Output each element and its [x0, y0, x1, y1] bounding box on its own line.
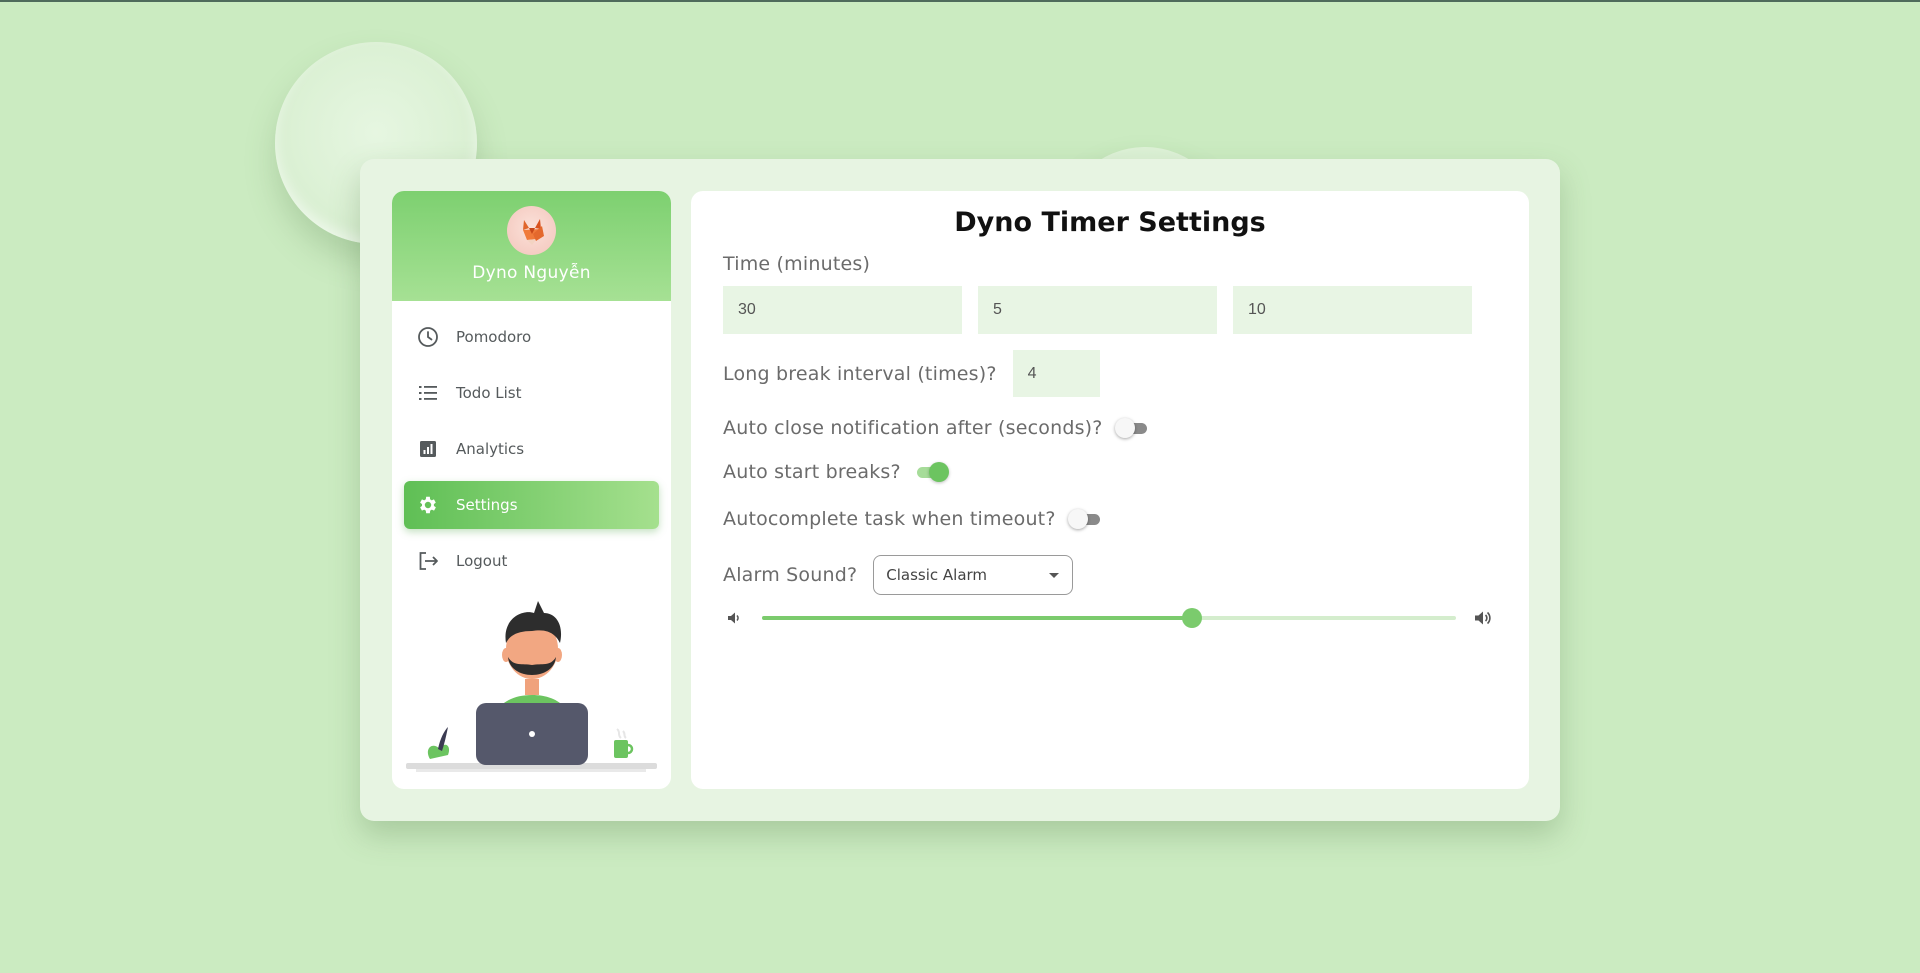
- list-icon: [416, 381, 440, 405]
- logout-icon: [416, 549, 440, 573]
- sidebar-item-analytics[interactable]: Analytics: [404, 425, 659, 473]
- long-break-interval-input[interactable]: 4: [1012, 350, 1100, 397]
- long-break-minutes-input[interactable]: 10: [1233, 286, 1472, 334]
- sidebar-item-settings[interactable]: Settings: [404, 481, 659, 529]
- auto-start-row: Auto start breaks?: [723, 461, 1497, 483]
- volume-row: [723, 607, 1497, 629]
- sidebar-nav: Pomodoro Todo List Analytics Settings Lo…: [392, 301, 671, 585]
- volume-down-icon[interactable]: [723, 607, 745, 629]
- gear-icon: [416, 493, 440, 517]
- volume-slider[interactable]: [762, 607, 1456, 629]
- time-inputs: 30 5 10: [723, 286, 1497, 334]
- profile-name: Dyno Nguyễn: [472, 263, 591, 283]
- sidebar-item-label: Settings: [456, 496, 518, 514]
- auto-close-toggle[interactable]: [1114, 418, 1151, 438]
- sidebar-item-label: Analytics: [456, 440, 525, 458]
- interval-label: Long break interval (times)?: [723, 362, 997, 385]
- sidebar-item-todo-list[interactable]: Todo List: [404, 369, 659, 417]
- auto-start-toggle[interactable]: [913, 462, 949, 482]
- page-title: Dyno Timer Settings: [954, 207, 1266, 238]
- autocomplete-toggle[interactable]: [1067, 509, 1104, 529]
- sidebar: Dyno Nguyễn Pomodoro Todo List Analytics: [392, 191, 671, 789]
- sidebar-item-pomodoro[interactable]: Pomodoro: [404, 313, 659, 361]
- fox-avatar-icon: [522, 218, 544, 245]
- chart-icon: [416, 437, 440, 461]
- app-frame: Dyno Nguyễn Pomodoro Todo List Analytics: [360, 159, 1560, 821]
- alarm-label: Alarm Sound?: [723, 564, 858, 586]
- autocomplete-row: Autocomplete task when timeout?: [723, 508, 1497, 530]
- clock-icon: [416, 325, 440, 349]
- alarm-row: Alarm Sound? Classic Alarm: [723, 555, 1497, 595]
- volume-slider-fill: [762, 616, 1193, 620]
- caret-down-icon: [1049, 573, 1060, 578]
- autocomplete-label: Autocomplete task when timeout?: [723, 508, 1056, 530]
- pomodoro-minutes-input[interactable]: 30: [723, 286, 962, 334]
- auto-close-row: Auto close notification after (seconds)?: [723, 417, 1497, 439]
- auto-close-label: Auto close notification after (seconds)?: [723, 417, 1103, 439]
- time-label: Time (minutes): [723, 253, 871, 275]
- avatar[interactable]: [507, 206, 556, 255]
- sidebar-item-label: Pomodoro: [456, 328, 532, 346]
- person-at-laptop-illustration: [406, 601, 657, 772]
- sidebar-item-label: Logout: [456, 552, 508, 570]
- auto-start-label: Auto start breaks?: [723, 461, 901, 483]
- sidebar-item-logout[interactable]: Logout: [404, 537, 659, 585]
- alarm-sound-value: Classic Alarm: [886, 566, 988, 584]
- volume-slider-thumb[interactable]: [1182, 608, 1203, 628]
- settings-panel: Dyno Timer Settings Time (minutes) 30 5 …: [691, 191, 1529, 789]
- short-break-minutes-input[interactable]: 5: [978, 286, 1217, 334]
- interval-row: Long break interval (times)? 4: [723, 350, 1497, 397]
- alarm-sound-select[interactable]: Classic Alarm: [873, 555, 1074, 595]
- profile-header: Dyno Nguyễn: [392, 191, 671, 301]
- sidebar-item-label: Todo List: [456, 384, 522, 402]
- volume-up-icon[interactable]: [1472, 607, 1494, 629]
